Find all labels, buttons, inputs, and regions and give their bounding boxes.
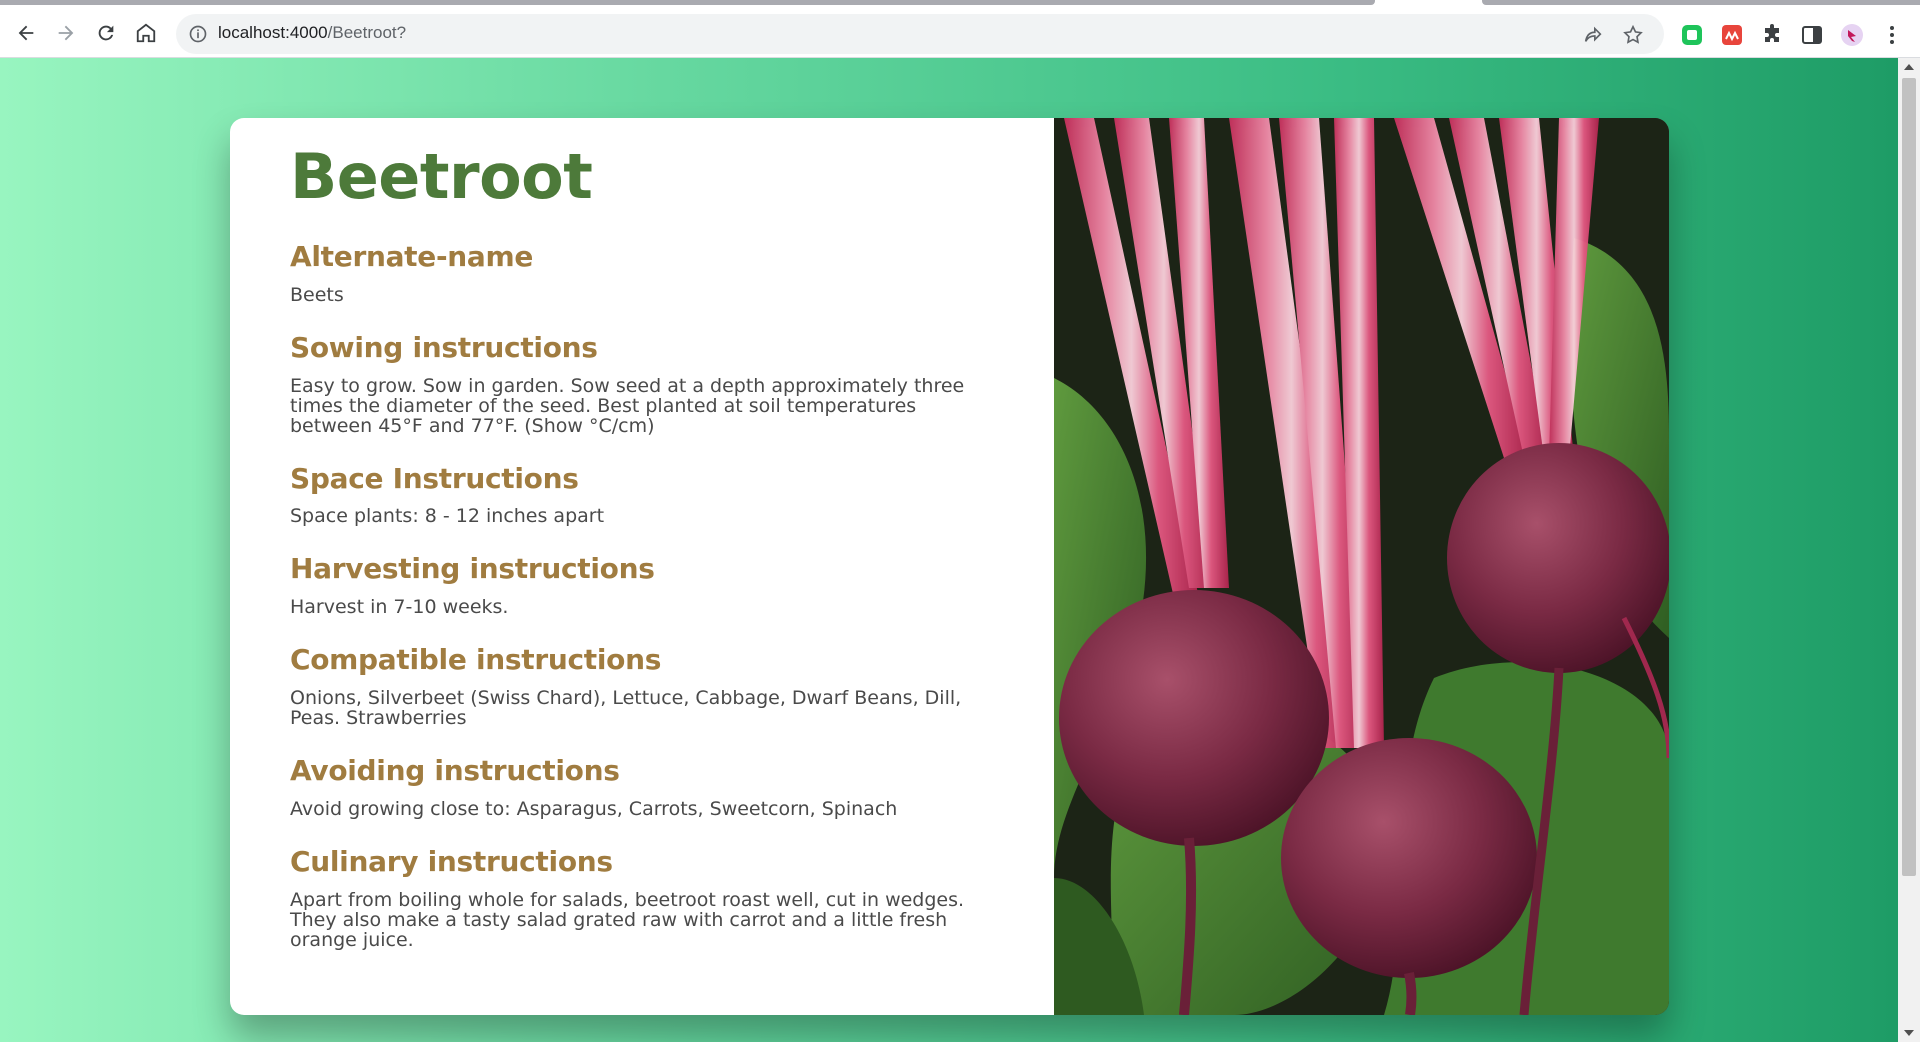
section-harvesting: Harvesting instructions Harvest in 7-10 … [290, 552, 994, 619]
section-sowing: Sowing instructions Easy to grow. Sow in… [290, 330, 994, 437]
home-icon [136, 23, 156, 43]
section-compatible: Compatible instructions Onions, Silverbe… [290, 643, 994, 729]
home-button[interactable] [128, 15, 164, 51]
profile-avatar-icon[interactable] [1840, 23, 1864, 47]
reload-icon [98, 25, 114, 41]
section-text: Onions, Silverbeet (Swiss Chard), Lettuc… [290, 686, 962, 729]
section-heading: Space Instructions [290, 461, 579, 495]
section-alternate-name: Alternate-name Beets [290, 240, 994, 306]
active-tab[interactable] [0, 0, 1375, 5]
section-culinary: Culinary instructions Apart from boiling… [290, 844, 994, 951]
kebab-menu-icon[interactable] [1880, 23, 1904, 47]
beetroot-illustration [1054, 118, 1669, 1015]
address-bar[interactable]: localhost:4000/Beetroot? [176, 14, 1664, 54]
inactive-tab[interactable] [1482, 0, 1920, 5]
url-host: localhost:4000 [218, 23, 328, 42]
back-button[interactable] [8, 15, 44, 51]
plant-card: Beetroot Alternate-name Beets Sowing ins… [230, 118, 1669, 1015]
plant-details: Beetroot Alternate-name Beets Sowing ins… [230, 118, 1054, 1015]
section-heading: Culinary instructions [290, 844, 613, 878]
green-extension-icon[interactable] [1680, 23, 1704, 47]
scroll-down-arrow[interactable] [1904, 1030, 1914, 1036]
reload-button[interactable] [88, 15, 124, 51]
scroll-up-arrow[interactable] [1904, 64, 1914, 70]
arrow-left-icon [18, 25, 34, 41]
browser-toolbar: localhost:4000/Beetroot? [0, 9, 1920, 58]
puzzle-icon[interactable] [1760, 23, 1784, 47]
section-text: Avoid growing close to: Asparagus, Carro… [290, 797, 898, 820]
section-text: Apart from boiling whole for salads, bee… [290, 888, 965, 951]
red-extension-icon[interactable] [1720, 23, 1744, 47]
section-heading: Compatible instructions [290, 643, 662, 677]
section-avoiding: Avoiding instructions Avoid growing clos… [290, 753, 994, 820]
share-icon[interactable] [1582, 24, 1604, 46]
forward-button[interactable] [48, 15, 84, 51]
side-panel-icon[interactable] [1800, 23, 1824, 47]
vertical-scrollbar[interactable] [1898, 58, 1920, 1042]
section-text: Harvest in 7-10 weeks. [290, 596, 509, 619]
section-text: Space plants: 8 - 12 inches apart [290, 505, 605, 528]
page-viewport: Beetroot Alternate-name Beets Sowing ins… [0, 58, 1898, 1042]
section-space: Space Instructions Space plants: 8 - 12 … [290, 461, 994, 528]
page-title: Beetroot [290, 140, 593, 213]
section-heading: Alternate-name [290, 240, 534, 273]
section-heading: Avoiding instructions [290, 753, 620, 787]
section-heading: Sowing instructions [290, 330, 598, 364]
tab-strip [0, 0, 1920, 9]
info-icon[interactable] [188, 24, 208, 44]
url-path: /Beetroot? [327, 23, 407, 42]
beetroot-photo [1054, 118, 1669, 1015]
section-text: Easy to grow. Sow in garden. Sow seed at… [290, 374, 965, 437]
section-text: Beets [290, 283, 344, 306]
url-text[interactable]: localhost:4000/Beetroot? [218, 23, 406, 43]
arrow-right-icon [58, 25, 74, 41]
section-heading: Harvesting instructions [290, 552, 655, 586]
scrollbar-thumb[interactable] [1902, 78, 1916, 876]
star-icon[interactable] [1622, 24, 1644, 46]
